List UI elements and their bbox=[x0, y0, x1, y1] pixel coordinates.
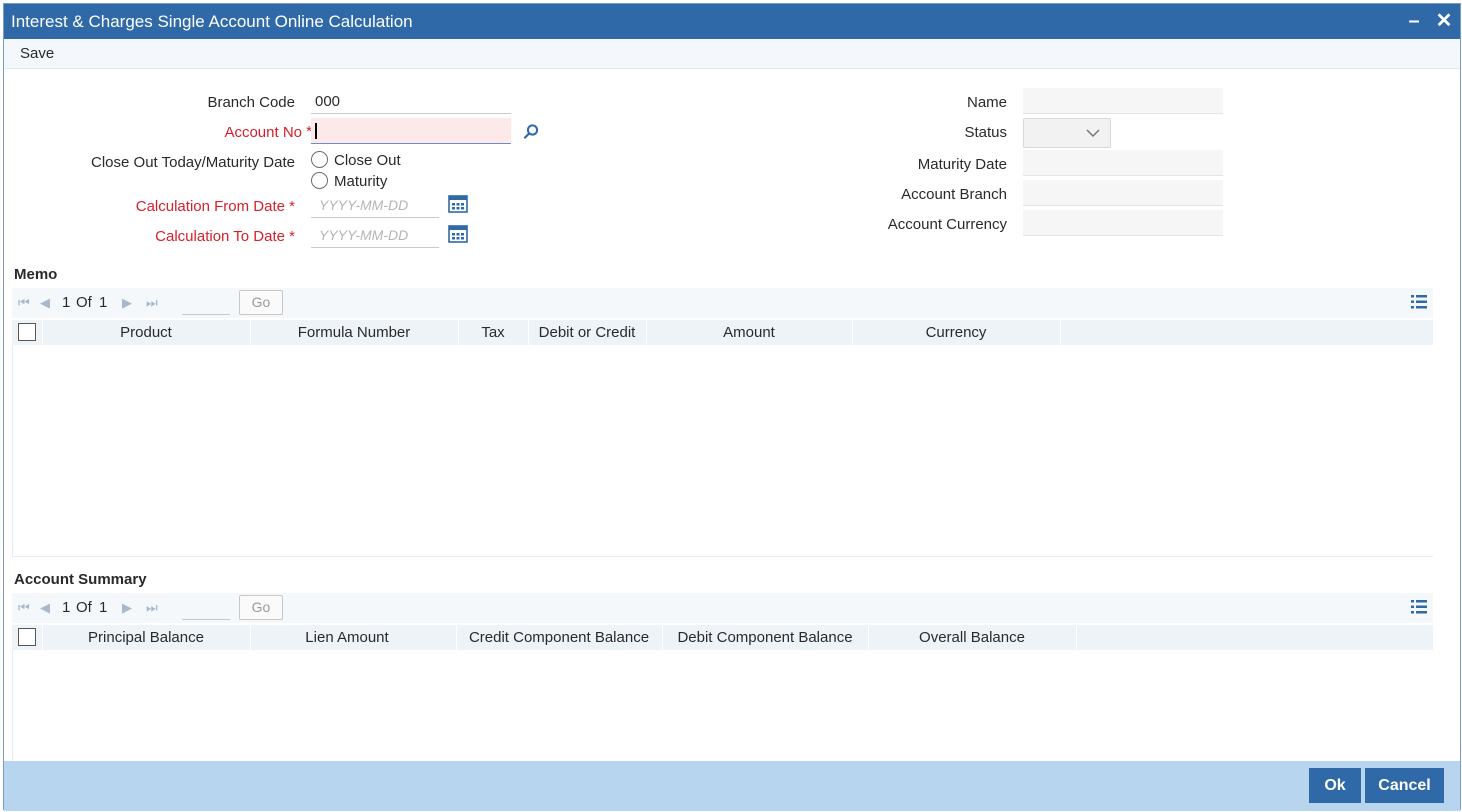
pager-total: 1 bbox=[99, 294, 108, 311]
maturity-radio[interactable] bbox=[311, 172, 328, 189]
column-divider bbox=[1060, 320, 1061, 345]
memo-table-body bbox=[12, 345, 1433, 557]
close-out-radio[interactable] bbox=[311, 151, 328, 168]
page-number-input[interactable] bbox=[182, 291, 230, 315]
maturity-date-field bbox=[1023, 150, 1223, 176]
column-header[interactable]: Tax bbox=[458, 324, 528, 341]
dialog-window: Interest & Charges Single Account Online… bbox=[3, 3, 1461, 811]
calc-to-date-label: Calculation To Date * bbox=[155, 228, 295, 245]
first-page-icon[interactable]: ⏮ bbox=[18, 600, 30, 616]
account-currency-field bbox=[1023, 210, 1223, 236]
column-divider bbox=[1076, 625, 1077, 650]
maturity-date-label: Maturity Date bbox=[917, 156, 1007, 173]
account-summary-section-title: Account Summary bbox=[14, 571, 147, 588]
calc-from-date-label: Calculation From Date * bbox=[135, 198, 295, 215]
text-caret bbox=[315, 123, 317, 139]
maturity-radio-label: Maturity bbox=[334, 173, 388, 190]
ok-button[interactable]: Ok bbox=[1309, 768, 1361, 803]
column-header[interactable]: Credit Component Balance bbox=[456, 629, 662, 646]
column-header[interactable]: Debit Component Balance bbox=[662, 629, 868, 646]
select-all-checkbox[interactable] bbox=[18, 323, 36, 341]
last-page-icon[interactable]: ⏭ bbox=[146, 600, 158, 616]
pager-current: 1 bbox=[62, 599, 71, 616]
branch-code-field[interactable] bbox=[311, 88, 511, 114]
column-header[interactable]: Debit or Credit bbox=[528, 324, 646, 341]
minimize-icon[interactable]: – bbox=[1402, 8, 1426, 34]
column-header[interactable]: Formula Number bbox=[250, 324, 458, 341]
account-no-input[interactable] bbox=[311, 118, 511, 144]
pager-of: Of bbox=[76, 294, 92, 311]
column-header[interactable]: Lien Amount bbox=[250, 629, 444, 646]
go-button[interactable]: Go bbox=[239, 595, 283, 620]
list-view-icon[interactable] bbox=[1411, 295, 1427, 309]
calc-from-date-input[interactable]: YYYY-MM-DD bbox=[311, 192, 439, 218]
calc-to-date-input[interactable]: YYYY-MM-DD bbox=[311, 222, 439, 248]
page-number-input[interactable] bbox=[182, 596, 230, 620]
close-out-maturity-label: Close Out Today/Maturity Date bbox=[91, 154, 295, 171]
pager-of: Of bbox=[76, 599, 92, 616]
list-view-icon[interactable] bbox=[1411, 600, 1427, 614]
close-out-radio-label: Close Out bbox=[334, 152, 401, 169]
title-bar: Interest & Charges Single Account Online… bbox=[4, 4, 1460, 39]
search-icon[interactable] bbox=[522, 123, 540, 141]
summary-table-body bbox=[12, 650, 1433, 761]
chevron-down-icon bbox=[1086, 129, 1100, 138]
column-header[interactable]: Amount bbox=[646, 324, 852, 341]
next-page-icon[interactable]: ▶ bbox=[122, 600, 132, 616]
account-no-label: Account No bbox=[224, 124, 302, 141]
account-branch-field bbox=[1023, 180, 1223, 206]
column-header[interactable]: Currency bbox=[852, 324, 1060, 341]
memo-section-title: Memo bbox=[14, 266, 58, 283]
memo-pager: ⏮ ◀ 1 Of 1 ▶ ⏭ Go bbox=[12, 288, 1433, 318]
summary-table-header: Principal Balance Lien Amount Credit Com… bbox=[12, 625, 1433, 650]
column-header[interactable]: Overall Balance bbox=[868, 629, 1076, 646]
column-header[interactable]: Principal Balance bbox=[42, 629, 250, 646]
cancel-button[interactable]: Cancel bbox=[1365, 768, 1444, 803]
name-label: Name bbox=[966, 94, 1007, 111]
menu-bar: Save bbox=[4, 39, 1460, 69]
status-label: Status bbox=[964, 124, 1007, 141]
account-branch-label: Account Branch bbox=[901, 186, 1007, 203]
save-menu-item[interactable]: Save bbox=[20, 45, 54, 62]
select-all-checkbox[interactable] bbox=[18, 628, 36, 646]
window-title: Interest & Charges Single Account Online… bbox=[11, 12, 413, 31]
next-page-icon[interactable]: ▶ bbox=[122, 295, 132, 311]
account-currency-label: Account Currency bbox=[887, 216, 1007, 233]
calendar-icon[interactable] bbox=[448, 195, 468, 213]
calendar-icon[interactable] bbox=[448, 225, 468, 243]
pager-current: 1 bbox=[62, 294, 71, 311]
close-icon[interactable]: ✕ bbox=[1432, 8, 1456, 34]
prev-page-icon[interactable]: ◀ bbox=[40, 600, 50, 616]
prev-page-icon[interactable]: ◀ bbox=[40, 295, 50, 311]
name-field bbox=[1023, 88, 1223, 114]
go-button[interactable]: Go bbox=[239, 290, 283, 315]
footer-bar: Ok Cancel bbox=[4, 761, 1460, 811]
last-page-icon[interactable]: ⏭ bbox=[146, 295, 158, 311]
column-header[interactable]: Product bbox=[42, 324, 250, 341]
memo-table-header: Product Formula Number Tax Debit or Cred… bbox=[12, 320, 1433, 345]
pager-total: 1 bbox=[99, 599, 108, 616]
summary-pager: ⏮ ◀ 1 Of 1 ▶ ⏭ Go bbox=[12, 593, 1433, 623]
status-select[interactable] bbox=[1023, 118, 1111, 148]
branch-code-label: Branch Code bbox=[207, 94, 295, 111]
first-page-icon[interactable]: ⏮ bbox=[18, 295, 30, 311]
